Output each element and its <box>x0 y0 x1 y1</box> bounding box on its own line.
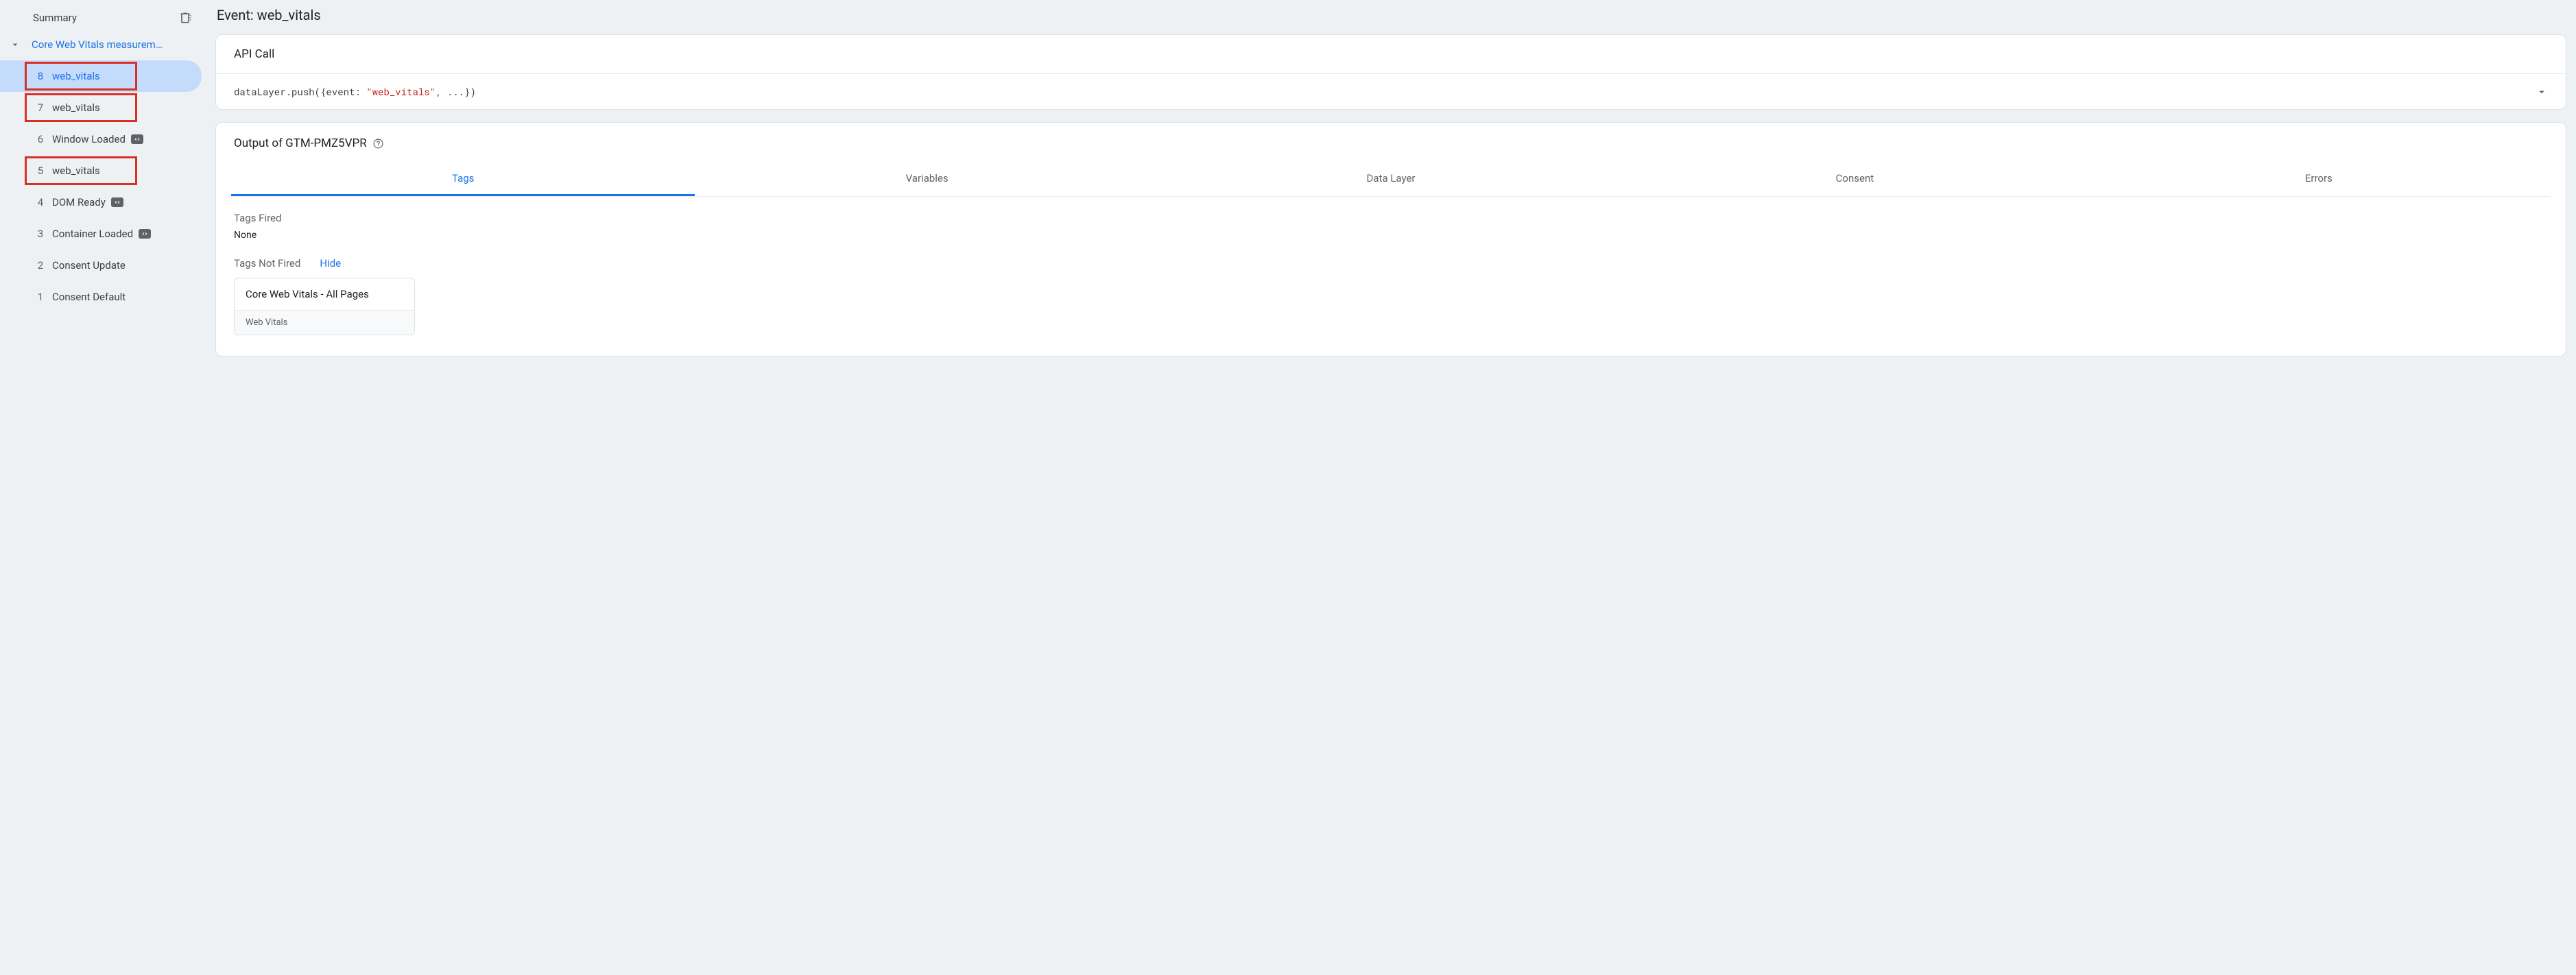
event-item[interactable]: 6 Window Loaded <box>0 123 202 155</box>
event-label: Consent Default <box>52 291 126 303</box>
event-number: 3 <box>33 228 48 240</box>
event-label: Window Loaded <box>52 133 126 145</box>
event-label: web_vitals <box>52 70 100 82</box>
event-item[interactable]: 2 Consent Update <box>0 250 202 281</box>
code-icon <box>111 197 123 207</box>
api-call-code: dataLayer.push({event: "web_vitals", ...… <box>234 85 476 98</box>
tag-card-title: Core Web Vitals - All Pages <box>235 278 414 311</box>
summary-group[interactable]: Core Web Vitals measurem… <box>0 32 206 58</box>
event-label: Consent Update <box>52 259 126 272</box>
caret-down-icon <box>10 39 21 50</box>
tags-fired-label: Tags Fired <box>234 212 2548 224</box>
event-item[interactable]: 5 web_vitals <box>0 155 202 186</box>
event-number: 7 <box>33 101 48 114</box>
tab-data-layer[interactable]: Data Layer <box>1159 162 1623 196</box>
main-panel: Event: web_vitals API Call dataLayer.pus… <box>206 0 2576 405</box>
event-item[interactable]: 3 Container Loaded <box>0 218 202 250</box>
tab-variables[interactable]: Variables <box>695 162 1158 196</box>
event-title: Event: web_vitals <box>217 7 2566 23</box>
event-number: 2 <box>33 259 48 272</box>
code-icon <box>131 134 143 144</box>
event-number: 8 <box>33 70 48 82</box>
event-label: Container Loaded <box>52 228 133 240</box>
output-header-label: Output of GTM-PMZ5VPR <box>234 136 367 150</box>
hide-link[interactable]: Hide <box>320 257 341 269</box>
tag-card[interactable]: Core Web Vitals - All Pages Web Vitals <box>234 278 415 335</box>
output-card: Output of GTM-PMZ5VPR TagsVariablesData … <box>215 122 2566 357</box>
event-label: web_vitals <box>52 165 100 177</box>
summary-group-label: Core Web Vitals measurem… <box>32 38 163 51</box>
event-item[interactable]: 7 web_vitals <box>0 92 202 123</box>
tab-tags[interactable]: Tags <box>231 162 695 196</box>
help-icon[interactable] <box>372 138 384 149</box>
output-header: Output of GTM-PMZ5VPR <box>216 123 2566 156</box>
api-call-body[interactable]: dataLayer.push({event: "web_vitals", ...… <box>216 74 2566 109</box>
summary-header: Summary <box>0 4 206 32</box>
tags-fired-none: None <box>234 230 2548 241</box>
output-tabs: TagsVariablesData LayerConsentErrors <box>231 162 2551 197</box>
tags-not-fired-label: Tags Not Fired <box>234 257 300 269</box>
api-call-card: API Call dataLayer.push({event: "web_vit… <box>215 34 2566 110</box>
code-icon <box>139 229 151 239</box>
app-root: Summary Core Web Vitals measurem… 8 web_v… <box>0 0 2576 405</box>
event-number: 5 <box>33 165 48 177</box>
event-item[interactable]: 8 web_vitals <box>0 60 202 92</box>
tab-consent[interactable]: Consent <box>1623 162 2086 196</box>
event-number: 1 <box>33 291 48 303</box>
tab-errors[interactable]: Errors <box>2087 162 2551 196</box>
chevron-down-icon[interactable] <box>2536 86 2548 98</box>
event-item[interactable]: 1 Consent Default <box>0 281 202 313</box>
tags-not-fired-row: Tags Not Fired Hide <box>234 257 2548 269</box>
summary-sidebar: Summary Core Web Vitals measurem… 8 web_v… <box>0 0 206 405</box>
event-label: DOM Ready <box>52 196 106 208</box>
clear-all-icon[interactable] <box>178 11 192 25</box>
event-label: web_vitals <box>52 101 100 114</box>
event-number: 6 <box>33 133 48 145</box>
api-call-header: API Call <box>216 35 2566 74</box>
event-number: 4 <box>33 196 48 208</box>
summary-label: Summary <box>33 12 77 24</box>
tag-card-type: Web Vitals <box>235 311 414 335</box>
event-list: 8 web_vitals 7 web_vitals 6 Window Loaded 5 web… <box>0 58 206 313</box>
output-body: Tags Fired None Tags Not Fired Hide Core… <box>216 197 2566 356</box>
event-item[interactable]: 4 DOM Ready <box>0 186 202 218</box>
